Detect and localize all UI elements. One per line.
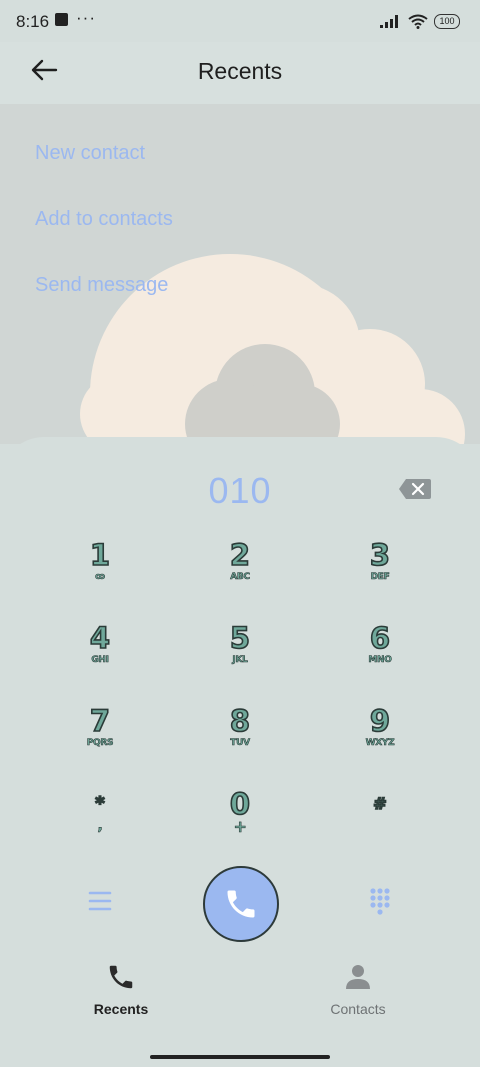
battery-icon: 100 (434, 13, 460, 29)
key-7[interactable]: 7 PQRS (40, 703, 160, 774)
key-0[interactable]: 0 + (180, 786, 300, 857)
battery-level: 100 (439, 16, 455, 26)
key-digit: 3 (369, 537, 391, 573)
key-digit: 8 (229, 703, 251, 739)
phone-icon (227, 890, 255, 918)
voicemail-icon: ꝏ (95, 572, 106, 583)
key-digit: 7 (89, 703, 111, 739)
key-1[interactable]: 1 ꝏ (40, 537, 160, 608)
key-digit: 2 (229, 537, 251, 573)
key-6[interactable]: 6 MNO (320, 620, 440, 691)
key-digit: * (94, 792, 105, 815)
tab-recents[interactable]: Recents (41, 962, 201, 1022)
key-8[interactable]: 8 TUV (180, 703, 300, 774)
key-9[interactable]: 9 WXYZ (320, 703, 440, 774)
key-digit: 4 (89, 620, 111, 656)
key-5[interactable]: 5 JKL (180, 620, 300, 691)
key-letters: TUV (230, 738, 250, 749)
key-letters: DEF (370, 572, 390, 583)
key-4[interactable]: 4 GHI (40, 620, 160, 691)
key-digit: 6 (369, 620, 391, 656)
notification-icon (55, 13, 68, 26)
home-indicator[interactable] (150, 1055, 330, 1059)
status-icons: 100 (380, 13, 460, 29)
new-contact-link[interactable]: New contact (35, 142, 145, 165)
key-letters: MNO (368, 655, 392, 666)
send-message-link[interactable]: Send message (35, 274, 168, 297)
key-letters: ABC (230, 572, 250, 583)
phone-icon (109, 965, 133, 989)
call-button[interactable] (203, 866, 279, 942)
backspace-button[interactable] (398, 478, 432, 500)
key-star[interactable]: * , (40, 787, 160, 857)
backspace-icon (399, 479, 431, 499)
key-2[interactable]: 2 ABC (180, 537, 300, 608)
key-digit: 0 (229, 786, 251, 822)
add-to-contacts-link[interactable]: Add to contacts (35, 208, 173, 231)
more-notifications-icon: ··· (76, 8, 96, 27)
key-digit: 1 (89, 537, 111, 573)
key-letters: + (233, 817, 247, 836)
page-title: Recents (197, 58, 283, 84)
key-digit: # (372, 793, 387, 814)
wifi-icon (408, 14, 428, 29)
person-icon (346, 965, 370, 989)
key-letters: WXYZ (365, 738, 395, 749)
menu-button[interactable] (80, 881, 120, 921)
hamburger-icon (88, 891, 112, 911)
status-time: 8:16 (16, 12, 50, 31)
key-hash[interactable]: # (320, 787, 440, 857)
signal-icon (380, 15, 398, 28)
key-letters: JKL (232, 655, 248, 666)
key-3[interactable]: 3 DEF (320, 537, 440, 608)
tab-recents-label: Recents (93, 1001, 149, 1017)
tab-contacts-label: Contacts (330, 1001, 386, 1017)
tab-contacts[interactable]: Contacts (278, 962, 438, 1022)
key-letters: PQRS (86, 738, 114, 749)
dialpad-icon (370, 888, 390, 915)
key-digit: 5 (229, 620, 251, 656)
key-letters: GHI (91, 655, 109, 666)
key-letters: , (97, 818, 103, 834)
keypad-toggle-button[interactable] (360, 881, 400, 921)
key-digit: 9 (369, 703, 391, 739)
